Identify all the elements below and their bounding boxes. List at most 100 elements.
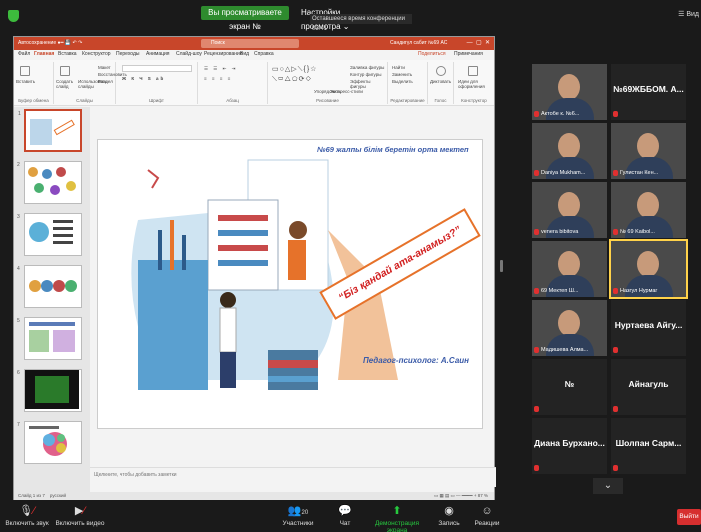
layout-button[interactable]: Макет: [98, 65, 111, 70]
participants-button[interactable]: 👥20 Участники: [278, 502, 318, 532]
notes-pane[interactable]: Щелкните, чтобы добавить заметки: [90, 467, 496, 487]
participant-tile[interactable]: Нуртаева Айгу...: [611, 300, 686, 356]
find-button[interactable]: Найти: [392, 65, 405, 70]
participant-tile[interactable]: Айнагуль: [611, 359, 686, 415]
ribbon-group-font: Ж К Ч S ab Шрифт: [116, 62, 198, 104]
paste-icon[interactable]: [20, 66, 30, 76]
tab-animation[interactable]: Анимация: [146, 51, 169, 57]
participant-tile[interactable]: №: [532, 359, 607, 415]
replace-button[interactable]: Заменить: [392, 72, 412, 77]
reactions-label: Реакции: [474, 520, 500, 527]
participant-name: Айнагуль: [628, 379, 669, 389]
chevron-down-icon[interactable]: ⌄: [593, 478, 623, 494]
tab-design[interactable]: Конструктор: [82, 51, 111, 57]
select-button[interactable]: Выделить: [392, 79, 413, 84]
participant-tile[interactable]: № 69 Kaibol...: [611, 182, 686, 238]
record-icon: ◉: [444, 505, 454, 517]
new-slide-icon[interactable]: [60, 66, 70, 76]
list-buttons[interactable]: ☰ ☰ ⇤ ⇥: [204, 66, 237, 72]
start-video-button[interactable]: ▶⁄ Включить видео: [54, 502, 106, 532]
participant-tile[interactable]: Гулистан Кен...: [611, 123, 686, 179]
dictate-button[interactable]: Диктовать: [430, 79, 451, 84]
tab-file[interactable]: Файл: [18, 51, 30, 57]
shape-fill-button[interactable]: Заливка фигуры: [350, 65, 384, 70]
paste-button[interactable]: Вставить: [16, 79, 35, 84]
start-video-label: Включить видео: [55, 520, 105, 527]
slide-thumbnail-preview: [29, 322, 75, 352]
shape-outline-button[interactable]: Контур фигуры: [350, 72, 381, 77]
tab-insert[interactable]: Вставка: [58, 51, 77, 57]
leave-button[interactable]: Выйти: [677, 509, 701, 525]
slide-thumbnail-pane: 1 2 3 4 5 6 7: [14, 107, 90, 492]
font-family-select[interactable]: [122, 65, 192, 72]
designer-button[interactable]: Идеи для оформления: [458, 79, 492, 89]
participant-tile[interactable]: Мадишева Алма...: [532, 300, 607, 356]
window-controls[interactable]: — ▢ ✕: [467, 39, 490, 46]
participant-tile[interactable]: venera bibitova: [532, 182, 607, 238]
tab-transitions[interactable]: Переходы: [116, 51, 139, 57]
font-format-buttons[interactable]: Ж К Ч S ab: [122, 76, 165, 81]
tab-view[interactable]: Вид: [240, 51, 249, 57]
microphone-icon[interactable]: [436, 66, 446, 76]
conference-time-tooltip: Оставшееся время конференции 03:41: [310, 14, 412, 32]
slide-number: 5: [17, 318, 20, 324]
tab-slideshow[interactable]: Слайд-шоу: [176, 51, 202, 57]
ppt-user-name[interactable]: Сандигүл сабит №69 АС: [390, 40, 447, 46]
new-slide-button[interactable]: Создать слайд: [56, 79, 78, 89]
align-buttons[interactable]: ≡ ≡ ≡ ≡: [204, 76, 232, 81]
shield-icon[interactable]: [8, 10, 19, 22]
chat-button[interactable]: 💬 Чат: [333, 502, 357, 532]
zoom-top-bar: Вы просматриваете экран № Настройки прос…: [0, 0, 701, 32]
reactions-button[interactable]: ☺ Реакции: [470, 502, 504, 532]
section-button[interactable]: Раздел: [98, 79, 113, 84]
panel-resize-handle[interactable]: [500, 260, 503, 272]
microphone-muted-icon: 🎙⁄: [19, 505, 35, 517]
participant-tile[interactable]: Daniya Mukham...: [532, 123, 607, 179]
zoom-level[interactable]: ▭ ▦ ▤ ▭ — ━━━━ + 87 %: [434, 493, 488, 499]
quick-styles-button[interactable]: Экспресс-стили: [330, 89, 363, 94]
participant-tile[interactable]: №69ЖББОМ. А...: [611, 64, 686, 120]
zoom-window: Вы просматриваете экран № Настройки прос…: [0, 0, 701, 532]
ribbon-group-drawing: ▭○△▷⟍{}☆ ⟍▭△⬠⟳◇ Упорядочить Экспресс-сти…: [268, 62, 388, 104]
designer-icon[interactable]: [468, 66, 478, 76]
unmute-button[interactable]: 🎙⁄ Включить звук: [4, 502, 50, 532]
slide-thumbnail[interactable]: 2: [17, 161, 82, 204]
participant-tile[interactable]: Шолпан Сарм...: [611, 418, 686, 474]
ribbon-group-editing: Найти Заменить Выделить Редактирование: [388, 62, 428, 104]
participant-name: Мадишева Алма...: [541, 347, 589, 353]
shape-effects-button[interactable]: Эффекты фигуры: [350, 79, 387, 89]
slide-thumbnail[interactable]: 5: [17, 317, 82, 360]
notes-placeholder: Щелкните, чтобы добавить заметки: [94, 472, 177, 478]
slide-thumbnail[interactable]: 6: [17, 369, 82, 412]
shapes-gallery[interactable]: ▭○△▷⟍{}☆: [272, 65, 317, 74]
tab-home[interactable]: Главная: [34, 51, 54, 57]
slide-thumbnail[interactable]: 3: [17, 213, 82, 256]
slide-thumbnail[interactable]: 1: [18, 109, 82, 152]
participant-tile[interactable]: Диана Бурхано...: [532, 418, 607, 474]
participant-tile[interactable]: 69 Мектеп Ш...: [532, 241, 607, 297]
muted-mic-icon: [534, 465, 539, 471]
slide-thumbnail[interactable]: 4: [17, 265, 82, 308]
slide-thumbnail-preview: [28, 167, 76, 195]
slide-thumbnail[interactable]: 7: [17, 421, 82, 464]
participant-tile[interactable]: Актобе к. №6...: [532, 64, 607, 120]
ppt-notes-button[interactable]: Примечания: [454, 51, 483, 57]
autosave-toggle[interactable]: Автосохранение ●━ 💾 ↶ ↷: [18, 40, 82, 46]
reuse-slides-button[interactable]: Использовать слайды: [78, 79, 107, 89]
share-screen-button[interactable]: ⬆ Демонстрация экрана: [364, 502, 430, 532]
participant-name: № 69 Kaibol...: [620, 229, 655, 235]
record-button[interactable]: ◉ Запись: [434, 502, 464, 532]
ppt-share-button[interactable]: Поделиться: [418, 51, 446, 57]
muted-mic-icon: [613, 229, 618, 235]
view-button[interactable]: ☰ Вид: [678, 10, 699, 18]
participant-tile-active-speaker[interactable]: Назгул Нурмаг: [609, 239, 688, 299]
muted-mic-icon: [534, 347, 539, 353]
ribbon-label-font: Шрифт: [149, 98, 164, 103]
shapes-gallery-row2: ⟍▭△⬠⟳◇: [272, 76, 313, 83]
slide-thumbnail-preview: [29, 280, 77, 292]
ppt-search-box[interactable]: Поиск: [201, 39, 299, 48]
main-slide[interactable]: №69 жалпы білім беретін орта мектеп “Біз…: [97, 139, 483, 429]
tab-help[interactable]: Справка: [254, 51, 274, 57]
ppt-status-bar: Слайд 1 из 7 русский ▭ ▦ ▤ ▭ — ━━━━ + 87…: [14, 492, 494, 500]
tab-review[interactable]: Рецензирование: [204, 51, 243, 57]
